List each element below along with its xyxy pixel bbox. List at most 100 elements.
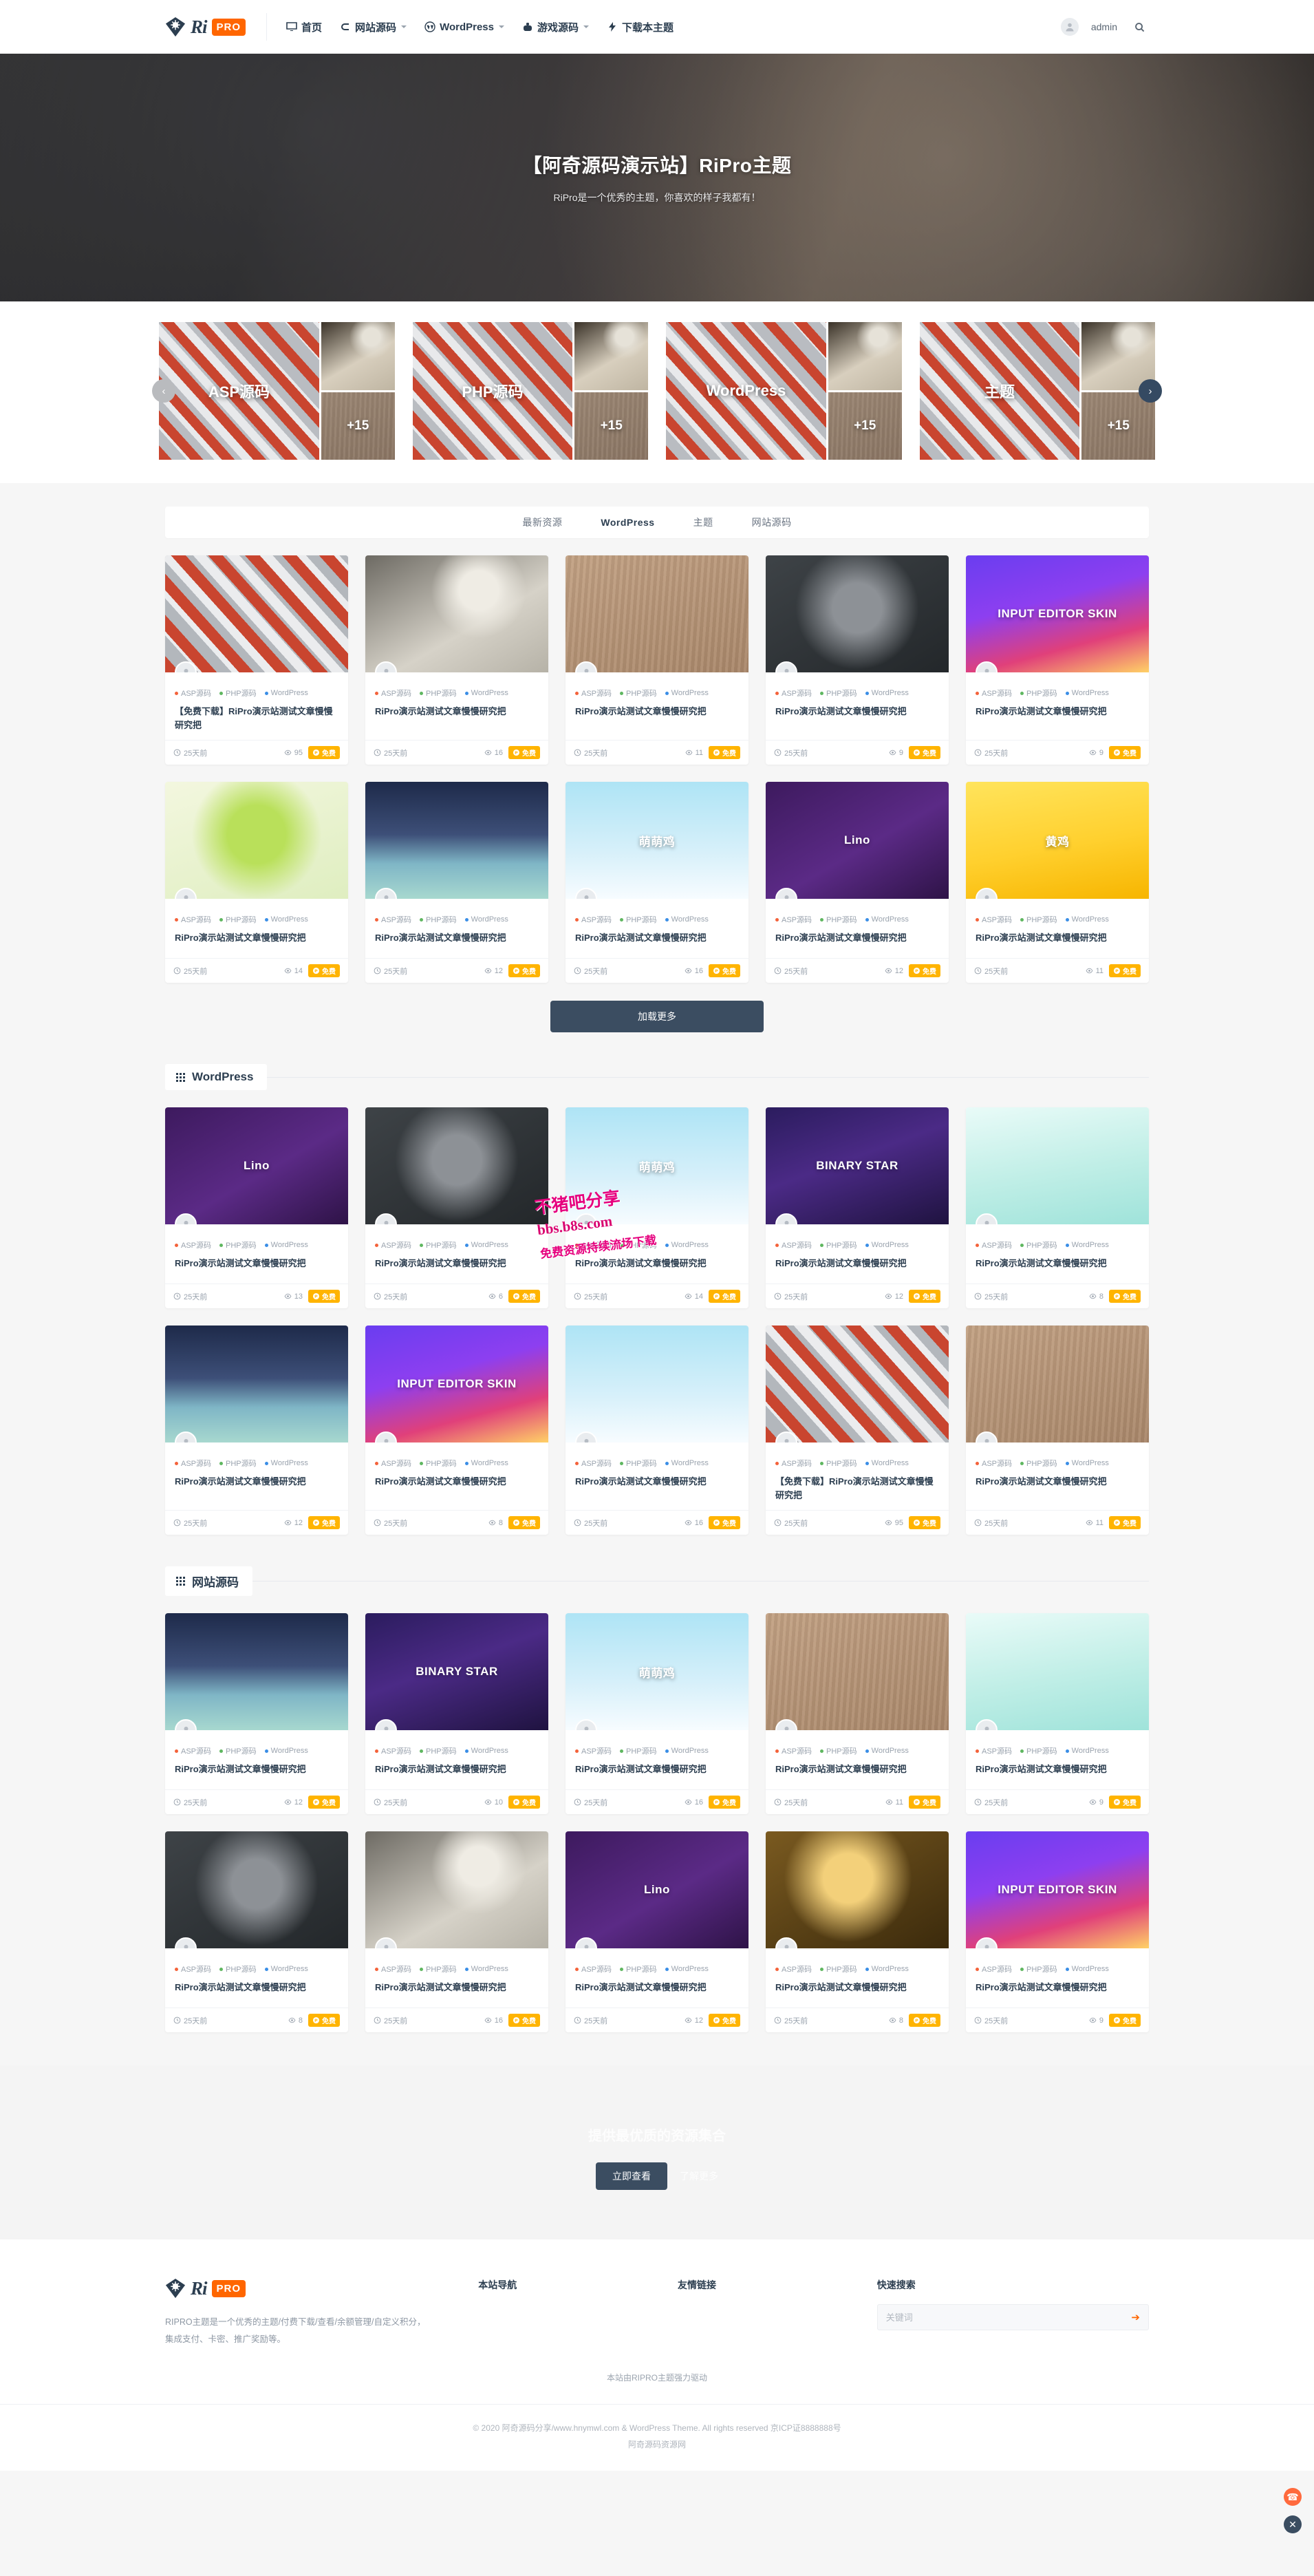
card-thumbnail[interactable] <box>966 1326 1149 1443</box>
resource-card[interactable]: ASP源码 PHP源码 WordPress 【免费下载】RiPro演示站测试文章… <box>165 555 348 765</box>
resource-card[interactable]: ASP源码 PHP源码 WordPress RiPro演示站测试文章慢慢研究把 … <box>165 1831 348 2032</box>
status-badge[interactable]: 免费 <box>909 2014 940 2027</box>
status-badge[interactable]: 免费 <box>308 746 340 759</box>
card-category[interactable]: WordPress <box>865 1747 909 1755</box>
cta-secondary-button[interactable]: 了解更多 <box>680 2169 718 2183</box>
card-category[interactable]: ASP源码 <box>976 1239 1012 1250</box>
status-badge[interactable]: 免费 <box>1109 1516 1141 1529</box>
card-title[interactable]: RiPro演示站测试文章慢慢研究把 <box>775 931 939 958</box>
card-title[interactable]: RiPro演示站测试文章慢慢研究把 <box>375 1763 539 1789</box>
card-title[interactable]: 【免费下载】RiPro演示站测试文章慢慢研究把 <box>175 705 338 740</box>
nav-item-wordpress[interactable]: WordPress <box>424 21 504 33</box>
card-category[interactable]: PHP源码 <box>219 1745 257 1756</box>
nav-item-game-source[interactable]: 游戏源码 <box>522 20 589 34</box>
card-category[interactable]: ASP源码 <box>175 1458 211 1469</box>
card-category[interactable]: WordPress <box>665 915 709 924</box>
card-category[interactable]: PHP源码 <box>420 688 457 699</box>
status-badge[interactable]: 免费 <box>909 746 940 759</box>
resource-card[interactable]: ASP源码 PHP源码 WordPress RiPro演示站测试文章慢慢研究把 … <box>165 782 348 983</box>
card-category[interactable]: WordPress <box>264 1747 308 1755</box>
card-category[interactable]: PHP源码 <box>219 914 257 925</box>
card-category[interactable]: WordPress <box>264 689 308 697</box>
card-category[interactable]: ASP源码 <box>175 1745 211 1756</box>
card-thumbnail[interactable] <box>966 1613 1149 1730</box>
card-title[interactable]: RiPro演示站测试文章慢慢研究把 <box>775 1981 939 2008</box>
card-category[interactable]: ASP源码 <box>775 1963 812 1974</box>
card-thumbnail[interactable] <box>766 1326 949 1443</box>
card-thumbnail[interactable]: Lino <box>165 1107 348 1224</box>
status-badge[interactable]: 免费 <box>1109 2014 1141 2027</box>
resource-card[interactable]: ASP源码 PHP源码 WordPress RiPro演示站测试文章慢慢研究把 … <box>566 1326 748 1535</box>
card-category[interactable]: ASP源码 <box>775 1745 812 1756</box>
card-title[interactable]: RiPro演示站测试文章慢慢研究把 <box>976 705 1139 732</box>
status-badge[interactable]: 免费 <box>709 2014 740 2027</box>
status-badge[interactable]: 免费 <box>308 964 340 977</box>
card-category[interactable]: WordPress <box>464 1459 508 1467</box>
nav-item-website-source[interactable]: 网站源码 <box>340 20 407 34</box>
card-title[interactable]: RiPro演示站测试文章慢慢研究把 <box>976 1763 1139 1789</box>
card-category[interactable]: PHP源码 <box>820 688 857 699</box>
card-title[interactable]: RiPro演示站测试文章慢慢研究把 <box>976 931 1139 958</box>
nav-item-home[interactable]: 首页 <box>286 20 322 34</box>
status-badge[interactable]: 免费 <box>709 1796 740 1809</box>
card-category[interactable]: ASP源码 <box>775 1239 812 1250</box>
card-category[interactable]: ASP源码 <box>775 1458 812 1469</box>
resource-card[interactable]: ASP源码 PHP源码 WordPress RiPro演示站测试文章慢慢研究把 … <box>766 555 949 765</box>
card-title[interactable]: RiPro演示站测试文章慢慢研究把 <box>375 705 539 732</box>
card-title[interactable]: RiPro演示站测试文章慢慢研究把 <box>175 1763 338 1789</box>
card-category[interactable]: WordPress <box>464 689 508 697</box>
card-category[interactable]: WordPress <box>1065 1747 1109 1755</box>
card-category[interactable]: ASP源码 <box>375 1745 411 1756</box>
resource-card[interactable]: INPUT EDITOR SKIN ASP源码 PHP源码 WordPress … <box>966 1831 1149 2032</box>
card-thumbnail[interactable] <box>766 1613 949 1730</box>
status-badge[interactable]: 免费 <box>909 1796 940 1809</box>
site-logo[interactable]: Ri PRO <box>165 13 268 41</box>
resource-card[interactable]: ASP源码 PHP源码 WordPress RiPro演示站测试文章慢慢研究把 … <box>165 1326 348 1535</box>
category-card-wordpress[interactable]: WordPress +15 <box>666 322 902 460</box>
status-badge[interactable]: 免费 <box>508 746 540 759</box>
card-title[interactable]: RiPro演示站测试文章慢慢研究把 <box>976 1257 1139 1284</box>
status-badge[interactable]: 免费 <box>308 1516 340 1529</box>
card-category[interactable]: PHP源码 <box>820 1458 857 1469</box>
card-category[interactable]: WordPress <box>1065 1459 1109 1467</box>
card-thumbnail[interactable] <box>365 1831 548 1948</box>
category-card-php[interactable]: PHP源码 +15 <box>412 322 648 460</box>
card-category[interactable]: PHP源码 <box>219 1239 257 1250</box>
resource-card[interactable]: ASP源码 PHP源码 WordPress RiPro演示站测试文章慢慢研究把 … <box>766 1613 949 1814</box>
card-thumbnail[interactable]: 萌萌鸡 <box>566 782 748 899</box>
status-badge[interactable]: 免费 <box>508 2014 540 2027</box>
search-icon[interactable] <box>1130 17 1149 36</box>
resource-card[interactable]: 萌萌鸡 ASP源码 PHP源码 WordPress RiPro演示站测试文章慢慢… <box>566 1107 748 1308</box>
card-category[interactable]: WordPress <box>264 1459 308 1467</box>
card-thumbnail[interactable] <box>365 1107 548 1224</box>
status-badge[interactable]: 免费 <box>709 964 740 977</box>
status-badge[interactable]: 免费 <box>1109 964 1141 977</box>
card-thumbnail[interactable]: 萌萌鸡 <box>566 1613 748 1730</box>
status-badge[interactable]: 免费 <box>709 1290 740 1303</box>
resource-card[interactable]: Lino ASP源码 PHP源码 WordPress RiPro演示站测试文章慢… <box>165 1107 348 1308</box>
card-title[interactable]: RiPro演示站测试文章慢慢研究把 <box>175 1257 338 1284</box>
tab-1[interactable]: WordPress <box>601 517 654 528</box>
card-title[interactable]: RiPro演示站测试文章慢慢研究把 <box>375 1981 539 2008</box>
status-badge[interactable]: 免费 <box>308 2014 340 2027</box>
card-thumbnail[interactable] <box>165 1326 348 1443</box>
card-category[interactable]: ASP源码 <box>575 1239 612 1250</box>
resource-card[interactable]: ASP源码 PHP源码 WordPress RiPro演示站测试文章慢慢研究把 … <box>365 1831 548 2032</box>
card-title[interactable]: RiPro演示站测试文章慢慢研究把 <box>175 1981 338 2008</box>
card-category[interactable]: ASP源码 <box>175 914 211 925</box>
card-title[interactable]: RiPro演示站测试文章慢慢研究把 <box>976 1475 1139 1502</box>
card-category[interactable]: WordPress <box>665 689 709 697</box>
resource-card[interactable]: ASP源码 PHP源码 WordPress 【免费下载】RiPro演示站测试文章… <box>766 1326 949 1535</box>
resource-card[interactable]: 萌萌鸡 ASP源码 PHP源码 WordPress RiPro演示站测试文章慢慢… <box>566 782 748 983</box>
chevron-right-icon[interactable]: › <box>1139 379 1162 403</box>
card-title[interactable]: RiPro演示站测试文章慢慢研究把 <box>976 1981 1139 2008</box>
status-badge[interactable]: 免费 <box>1109 1796 1141 1809</box>
status-badge[interactable]: 免费 <box>709 746 740 759</box>
card-thumbnail[interactable] <box>966 1107 1149 1224</box>
card-category[interactable]: WordPress <box>464 1747 508 1755</box>
status-badge[interactable]: 免费 <box>909 1290 940 1303</box>
card-category[interactable]: WordPress <box>464 915 508 924</box>
card-title[interactable]: RiPro演示站测试文章慢慢研究把 <box>575 1257 739 1284</box>
status-badge[interactable]: 免费 <box>508 1796 540 1809</box>
card-category[interactable]: PHP源码 <box>219 1963 257 1974</box>
